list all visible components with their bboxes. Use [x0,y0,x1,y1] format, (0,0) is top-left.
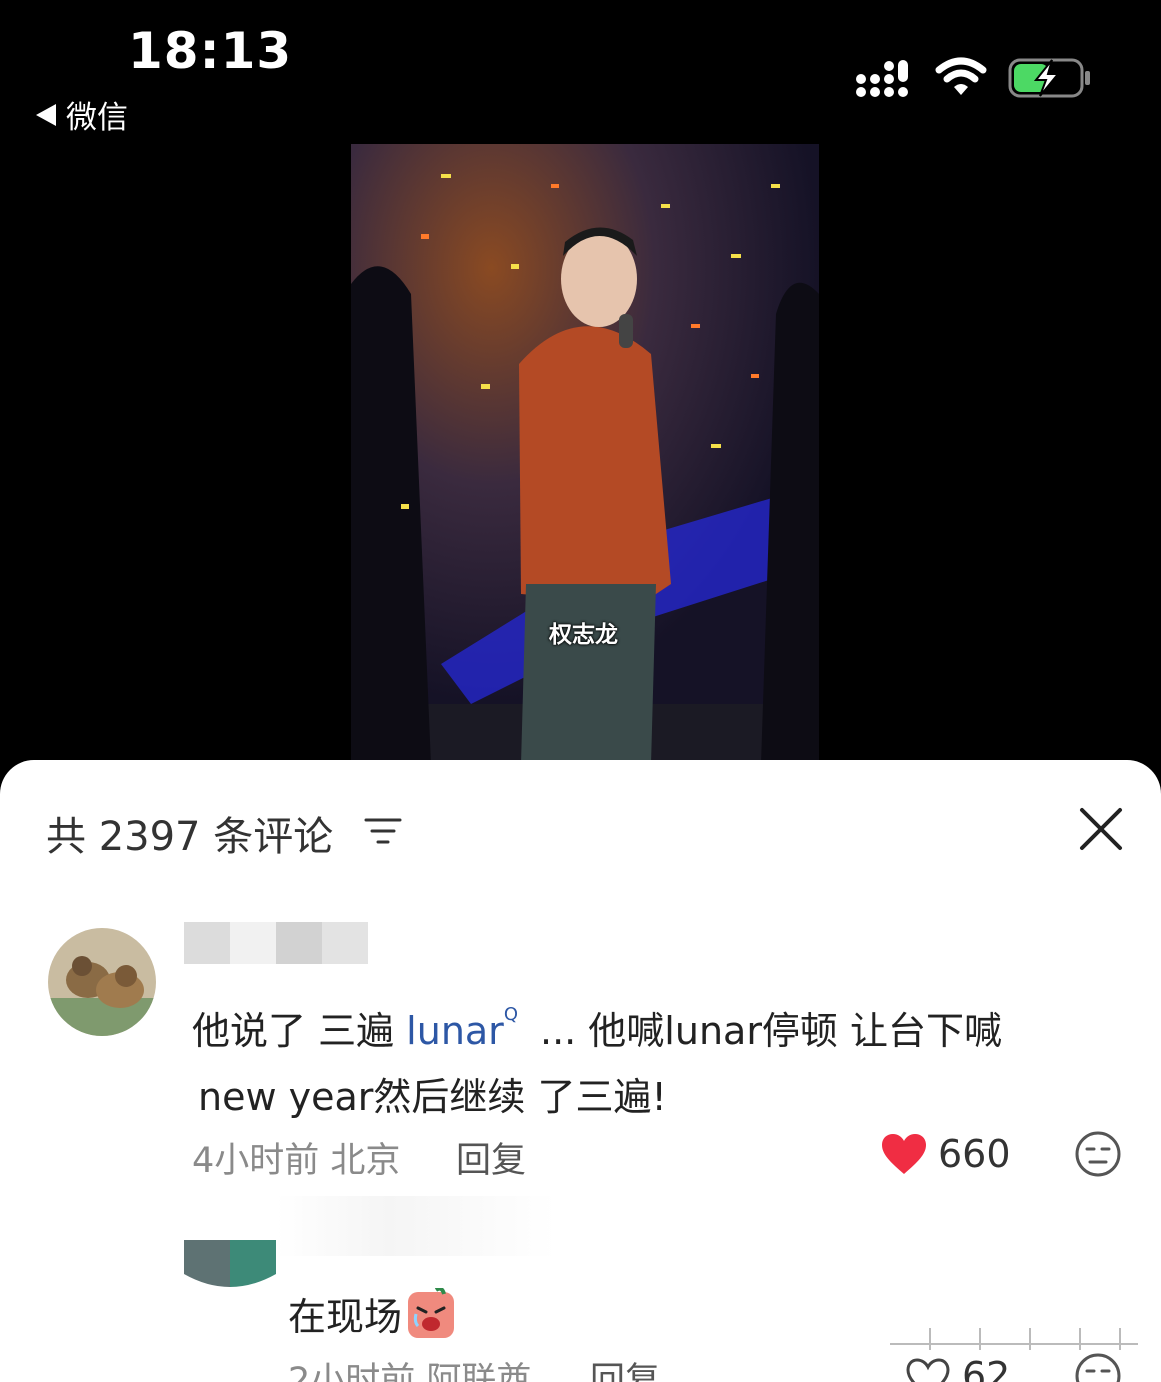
back-to-wechat-link[interactable]: 微信 [36,92,128,137]
avatar[interactable] [184,1240,276,1288]
wifi-icon [935,57,987,95]
like-count: 660 [938,1132,1011,1176]
reply-button[interactable]: 回复 [456,1132,526,1183]
close-icon[interactable] [1078,806,1124,852]
watermark-stripes [890,1328,1138,1350]
comments-count-title: 共 2397 条评论 [46,814,334,860]
comment-text: 在现场 [288,1286,456,1341]
heart-outline-icon[interactable] [904,1356,952,1382]
comment-text: 他说了 三遍 lunarQ ... 他喊lunar停顿 让台下喊 [192,1000,1002,1055]
username-redacted [322,922,368,964]
comment-meta: 2小时前 阿联酋 [288,1361,532,1382]
status-time: 18:13 [128,22,293,80]
signal-icon [856,60,908,97]
comment-text-line-2: new year然后继续 了三遍! [198,1075,667,1119]
comment-text-segment: 他说了 三遍 [192,1009,407,1053]
crying-face-emoji-icon [408,1287,455,1338]
dislike-face-icon[interactable] [1074,1130,1122,1178]
concert-video-frame [351,144,819,764]
battery-charging-icon [1008,58,1090,98]
username-redacted [184,922,230,964]
back-label: 微信 [66,100,128,136]
comment-text-segment: ... 他喊lunar停顿 让台下喊 [539,1009,1003,1053]
like-count: 62 [962,1354,1011,1382]
heart-filled-icon[interactable] [880,1132,928,1176]
username-redacted [230,922,276,964]
comments-panel: 共 2397 条评论 他说了 三遍 lunarQ ... 他喊lunar停顿 让台… [0,760,1161,1382]
comment-meta: 4小时前 北京 [192,1141,401,1181]
comment-text-segment: 在现场 [288,1295,403,1339]
back-arrow-icon [36,103,56,126]
reply-button[interactable]: 回复 [590,1352,660,1382]
username-redacted [276,1196,556,1256]
search-link[interactable]: lunar [406,1009,504,1053]
dislike-face-icon[interactable] [1074,1352,1122,1382]
video-caption: 权志龙 [549,622,618,648]
username-redacted [276,922,322,964]
search-icon[interactable]: Q [504,1004,518,1025]
video-player[interactable] [351,144,819,764]
sort-icon[interactable] [364,816,402,846]
avatar[interactable] [48,928,156,1036]
